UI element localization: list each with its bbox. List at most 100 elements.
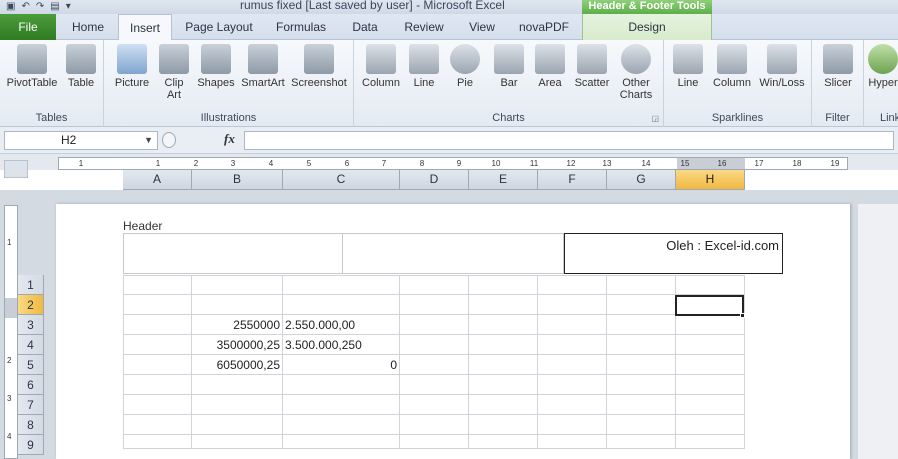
column-header-c[interactable]: C [283,170,400,190]
cell-f6[interactable] [538,375,607,395]
print-preview-icon[interactable]: ▤ [50,1,59,13]
fill-handle[interactable] [740,313,745,318]
cell-d7[interactable] [400,395,469,415]
cell-f7[interactable] [538,395,607,415]
cell-c9[interactable] [283,435,400,449]
column-header-d[interactable]: D [400,170,469,190]
cell-c1[interactable] [283,275,400,295]
cell-a9[interactable] [123,435,192,449]
tab-data[interactable]: Data [340,14,390,40]
cell-e9[interactable] [469,435,538,449]
cell-b8[interactable] [192,415,283,435]
sparkline-winloss-button[interactable]: Win/Loss [756,44,808,89]
cell-f1[interactable] [538,275,607,295]
cell-h8[interactable] [676,415,745,435]
row-header-2[interactable]: 2 [18,295,44,315]
cell-h5[interactable] [676,355,745,375]
header-right-section[interactable]: Oleh : Excel-id.com [564,233,783,274]
table-button[interactable]: Table [62,44,100,89]
row-header-1[interactable]: 1 [18,275,44,295]
shapes-button[interactable]: Shapes [194,44,238,89]
cell-h9[interactable] [676,435,745,449]
tab-insert[interactable]: Insert [118,14,172,41]
cell-f2[interactable] [538,295,607,315]
select-all-corner[interactable] [4,160,28,178]
tab-home[interactable]: Home [62,14,114,40]
cell-a7[interactable] [123,395,192,415]
area-chart-button[interactable]: Area [532,44,568,89]
redo-icon[interactable]: ↷ [36,1,44,13]
cell-f4[interactable] [538,335,607,355]
cell-g9[interactable] [607,435,676,449]
cell-a5[interactable] [123,355,192,375]
cell-f8[interactable] [538,415,607,435]
cell-b3[interactable]: 2550000 [192,315,283,335]
cell-h6[interactable] [676,375,745,395]
cell-a6[interactable] [123,375,192,395]
cell-e3[interactable] [469,315,538,335]
pie-chart-button[interactable]: Pie [448,44,482,89]
row-header-8[interactable]: 8 [18,415,44,435]
cell-e6[interactable] [469,375,538,395]
cell-b1[interactable] [192,275,283,295]
row-header-6[interactable]: 6 [18,375,44,395]
clip-art-button[interactable]: Clip Art [156,44,192,101]
cell-f9[interactable] [538,435,607,449]
cell-a1[interactable] [123,275,192,295]
tab-design[interactable]: Design [582,14,712,40]
cell-a3[interactable] [123,315,192,335]
column-header-h[interactable]: H [676,170,745,190]
cell-h1[interactable] [676,275,745,295]
cell-g7[interactable] [607,395,676,415]
cell-e1[interactable] [469,275,538,295]
sparkline-column-button[interactable]: Column [710,44,754,89]
cell-b6[interactable] [192,375,283,395]
cell-b4[interactable]: 3500000,25 [192,335,283,355]
cell-g5[interactable] [607,355,676,375]
column-header-f[interactable]: F [538,170,607,190]
sparkline-line-button[interactable]: Line [670,44,706,89]
charts-dialog-launcher-icon[interactable]: ◲ [651,114,659,123]
save-icon[interactable]: ▣ [6,1,15,13]
cell-h4[interactable] [676,335,745,355]
pivottable-button[interactable]: PivotTable [4,44,60,89]
formula-bar-splitter[interactable] [162,132,176,148]
row-header-9[interactable]: 9 [18,435,44,455]
vertical-ruler[interactable]: 1 2 3 4 [4,205,18,459]
tab-formulas[interactable]: Formulas [266,14,336,40]
hyperlink-button[interactable]: Hyper [868,44,898,89]
cell-b7[interactable] [192,395,283,415]
cell-g2[interactable] [607,295,676,315]
header-center-section[interactable] [342,233,564,274]
formula-input[interactable] [244,131,894,150]
screenshot-button[interactable]: Screenshot [288,44,350,89]
cell-c2[interactable] [283,295,400,315]
cell-e2[interactable] [469,295,538,315]
cell-a4[interactable] [123,335,192,355]
column-header-b[interactable]: B [192,170,283,190]
cell-c7[interactable] [283,395,400,415]
other-charts-button[interactable]: Other Charts [616,44,656,101]
cell-b2[interactable] [192,295,283,315]
row-header-4[interactable]: 4 [18,335,44,355]
cell-e7[interactable] [469,395,538,415]
name-box[interactable]: H2 ▼ [4,131,158,150]
column-header-g[interactable]: G [607,170,676,190]
tab-view[interactable]: View [458,14,506,40]
cell-d3[interactable] [400,315,469,335]
tab-novapdf[interactable]: novaPDF [510,14,578,40]
cell-c4[interactable]: 3.500.000,250 [283,335,400,355]
tab-review[interactable]: Review [394,14,454,40]
cell-c5[interactable]: 0 [283,355,400,375]
cell-e4[interactable] [469,335,538,355]
cell-d9[interactable] [400,435,469,449]
cell-h7[interactable] [676,395,745,415]
scatter-chart-button[interactable]: Scatter [572,44,612,89]
column-header-a[interactable]: A [123,170,192,190]
cell-f3[interactable] [538,315,607,335]
cell-d1[interactable] [400,275,469,295]
cell-d2[interactable] [400,295,469,315]
qat-customize-icon[interactable]: ▾ [66,1,71,13]
cell-g3[interactable] [607,315,676,335]
cell-c8[interactable] [283,415,400,435]
